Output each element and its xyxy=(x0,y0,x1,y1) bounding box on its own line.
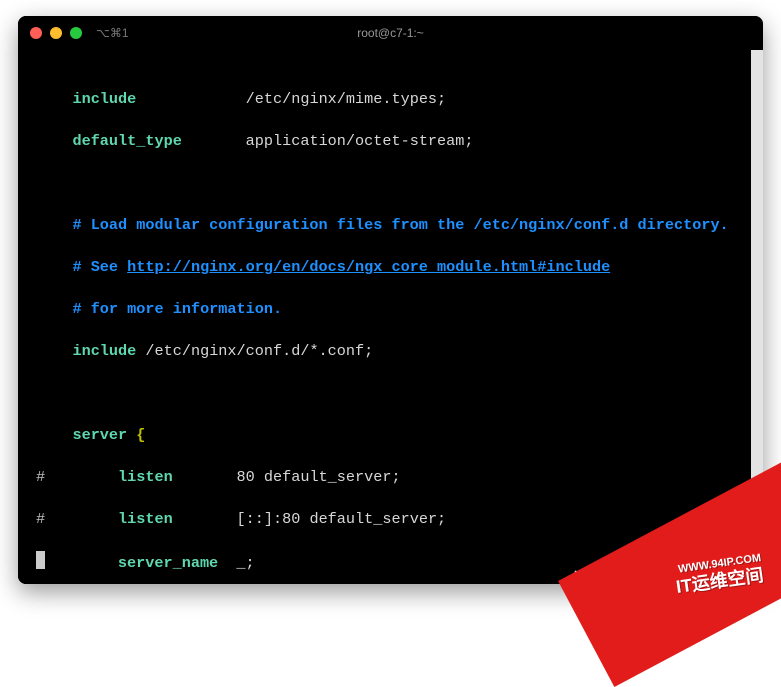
brace-open: { xyxy=(127,426,145,444)
arg-listen-ipv6: [::]:80 default_server; xyxy=(237,510,447,528)
tab-shortcut-label: ⌥⌘1 xyxy=(96,26,129,40)
window-title: root@c7-1:~ xyxy=(18,26,763,40)
arg-listen80: 80 default_server; xyxy=(237,468,401,486)
arg-default-type: application/octet-stream; xyxy=(246,132,474,150)
directive-server: server xyxy=(72,426,127,444)
hash: # xyxy=(36,468,45,486)
directive-include: include xyxy=(72,342,136,360)
directive-default-type: default_type xyxy=(72,132,181,150)
indent xyxy=(36,258,72,276)
comment: # for more information. xyxy=(72,300,282,318)
indent xyxy=(45,468,118,486)
pad xyxy=(218,554,236,572)
comment: # Load modular configuration files from … xyxy=(72,216,728,234)
indent xyxy=(36,132,72,150)
arg-confd: /etc/nginx/conf.d/*.conf; xyxy=(136,342,373,360)
close-icon[interactable] xyxy=(30,27,42,39)
pad xyxy=(136,90,245,108)
directive-include: include xyxy=(72,90,136,108)
titlebar: ⌥⌘1 root@c7-1:~ xyxy=(18,16,763,50)
comment: # See xyxy=(72,258,127,276)
pad xyxy=(182,132,246,150)
indent xyxy=(45,554,118,572)
pad xyxy=(173,468,237,486)
indent xyxy=(36,90,72,108)
indent xyxy=(45,510,118,528)
zoom-icon[interactable] xyxy=(70,27,82,39)
comment-url: http://nginx.org/en/docs/ngx_core_module… xyxy=(127,258,610,276)
indent xyxy=(36,342,72,360)
code-area[interactable]: include /etc/nginx/mime.types; default_t… xyxy=(18,50,751,584)
indent xyxy=(36,300,72,318)
directive-listen: listen xyxy=(118,468,173,486)
hash: # xyxy=(36,510,45,528)
directive-server-name: server_name xyxy=(118,554,218,572)
traffic-lights xyxy=(30,27,82,39)
arg-server-name: _; xyxy=(236,554,254,572)
minimize-icon[interactable] xyxy=(50,27,62,39)
pad xyxy=(173,510,237,528)
terminal-window: ⌥⌘1 root@c7-1:~ include /etc/nginx/mime.… xyxy=(18,16,763,584)
indent xyxy=(36,216,72,234)
cursor xyxy=(36,551,45,569)
arg-mime: /etc/nginx/mime.types; xyxy=(246,90,447,108)
directive-listen: listen xyxy=(118,510,173,528)
indent xyxy=(36,426,72,444)
